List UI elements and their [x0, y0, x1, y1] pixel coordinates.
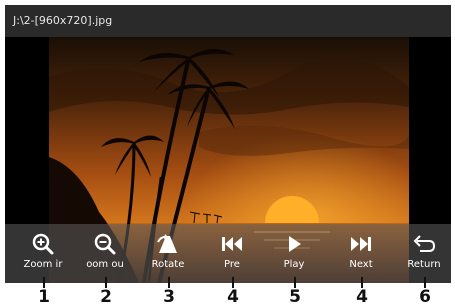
return-label: Return: [407, 259, 441, 270]
title-bar: J:\2-[960x720].jpg: [5, 5, 451, 37]
rotate-button[interactable]: Rotate: [140, 224, 196, 283]
rotate-label: Rotate: [151, 259, 185, 270]
callout-4: 4: [227, 287, 239, 307]
zoom-in-icon: [32, 233, 54, 255]
callout-4-next: 4: [356, 287, 368, 307]
return-button[interactable]: Return: [396, 224, 451, 283]
callout-1: 1: [38, 287, 50, 307]
previous-button[interactable]: Pre: [204, 224, 260, 283]
toolbar: Zoom ir oom ou Rotate Pre Play Next Retu…: [5, 224, 451, 283]
rotate-icon: [157, 234, 177, 253]
play-label: Play: [283, 259, 305, 270]
zoom-in-button[interactable]: Zoom ir: [15, 224, 71, 283]
next-icon: [351, 237, 371, 251]
play-button[interactable]: Play: [266, 224, 322, 283]
callout-2: 2: [100, 287, 112, 307]
callout-3: 3: [163, 287, 175, 307]
zoom-out-button[interactable]: oom ou: [77, 224, 133, 283]
callout-6: 6: [419, 287, 431, 307]
next-button[interactable]: Next: [333, 224, 389, 283]
image-viewer-screen: J:\2-[960x720].jpg Zoom ir oom ou Rotate…: [5, 5, 451, 283]
file-title: J:\2-[960x720].jpg: [13, 14, 113, 27]
previous-label: Pre: [224, 259, 240, 270]
next-label: Next: [349, 259, 373, 270]
zoom-out-label: oom ou: [86, 259, 124, 270]
return-icon: [413, 235, 436, 252]
callout-5: 5: [289, 287, 301, 307]
previous-icon: [222, 237, 242, 251]
zoom-in-label: Zoom ir: [23, 259, 63, 270]
zoom-out-icon: [94, 233, 116, 255]
play-icon: [289, 236, 301, 252]
